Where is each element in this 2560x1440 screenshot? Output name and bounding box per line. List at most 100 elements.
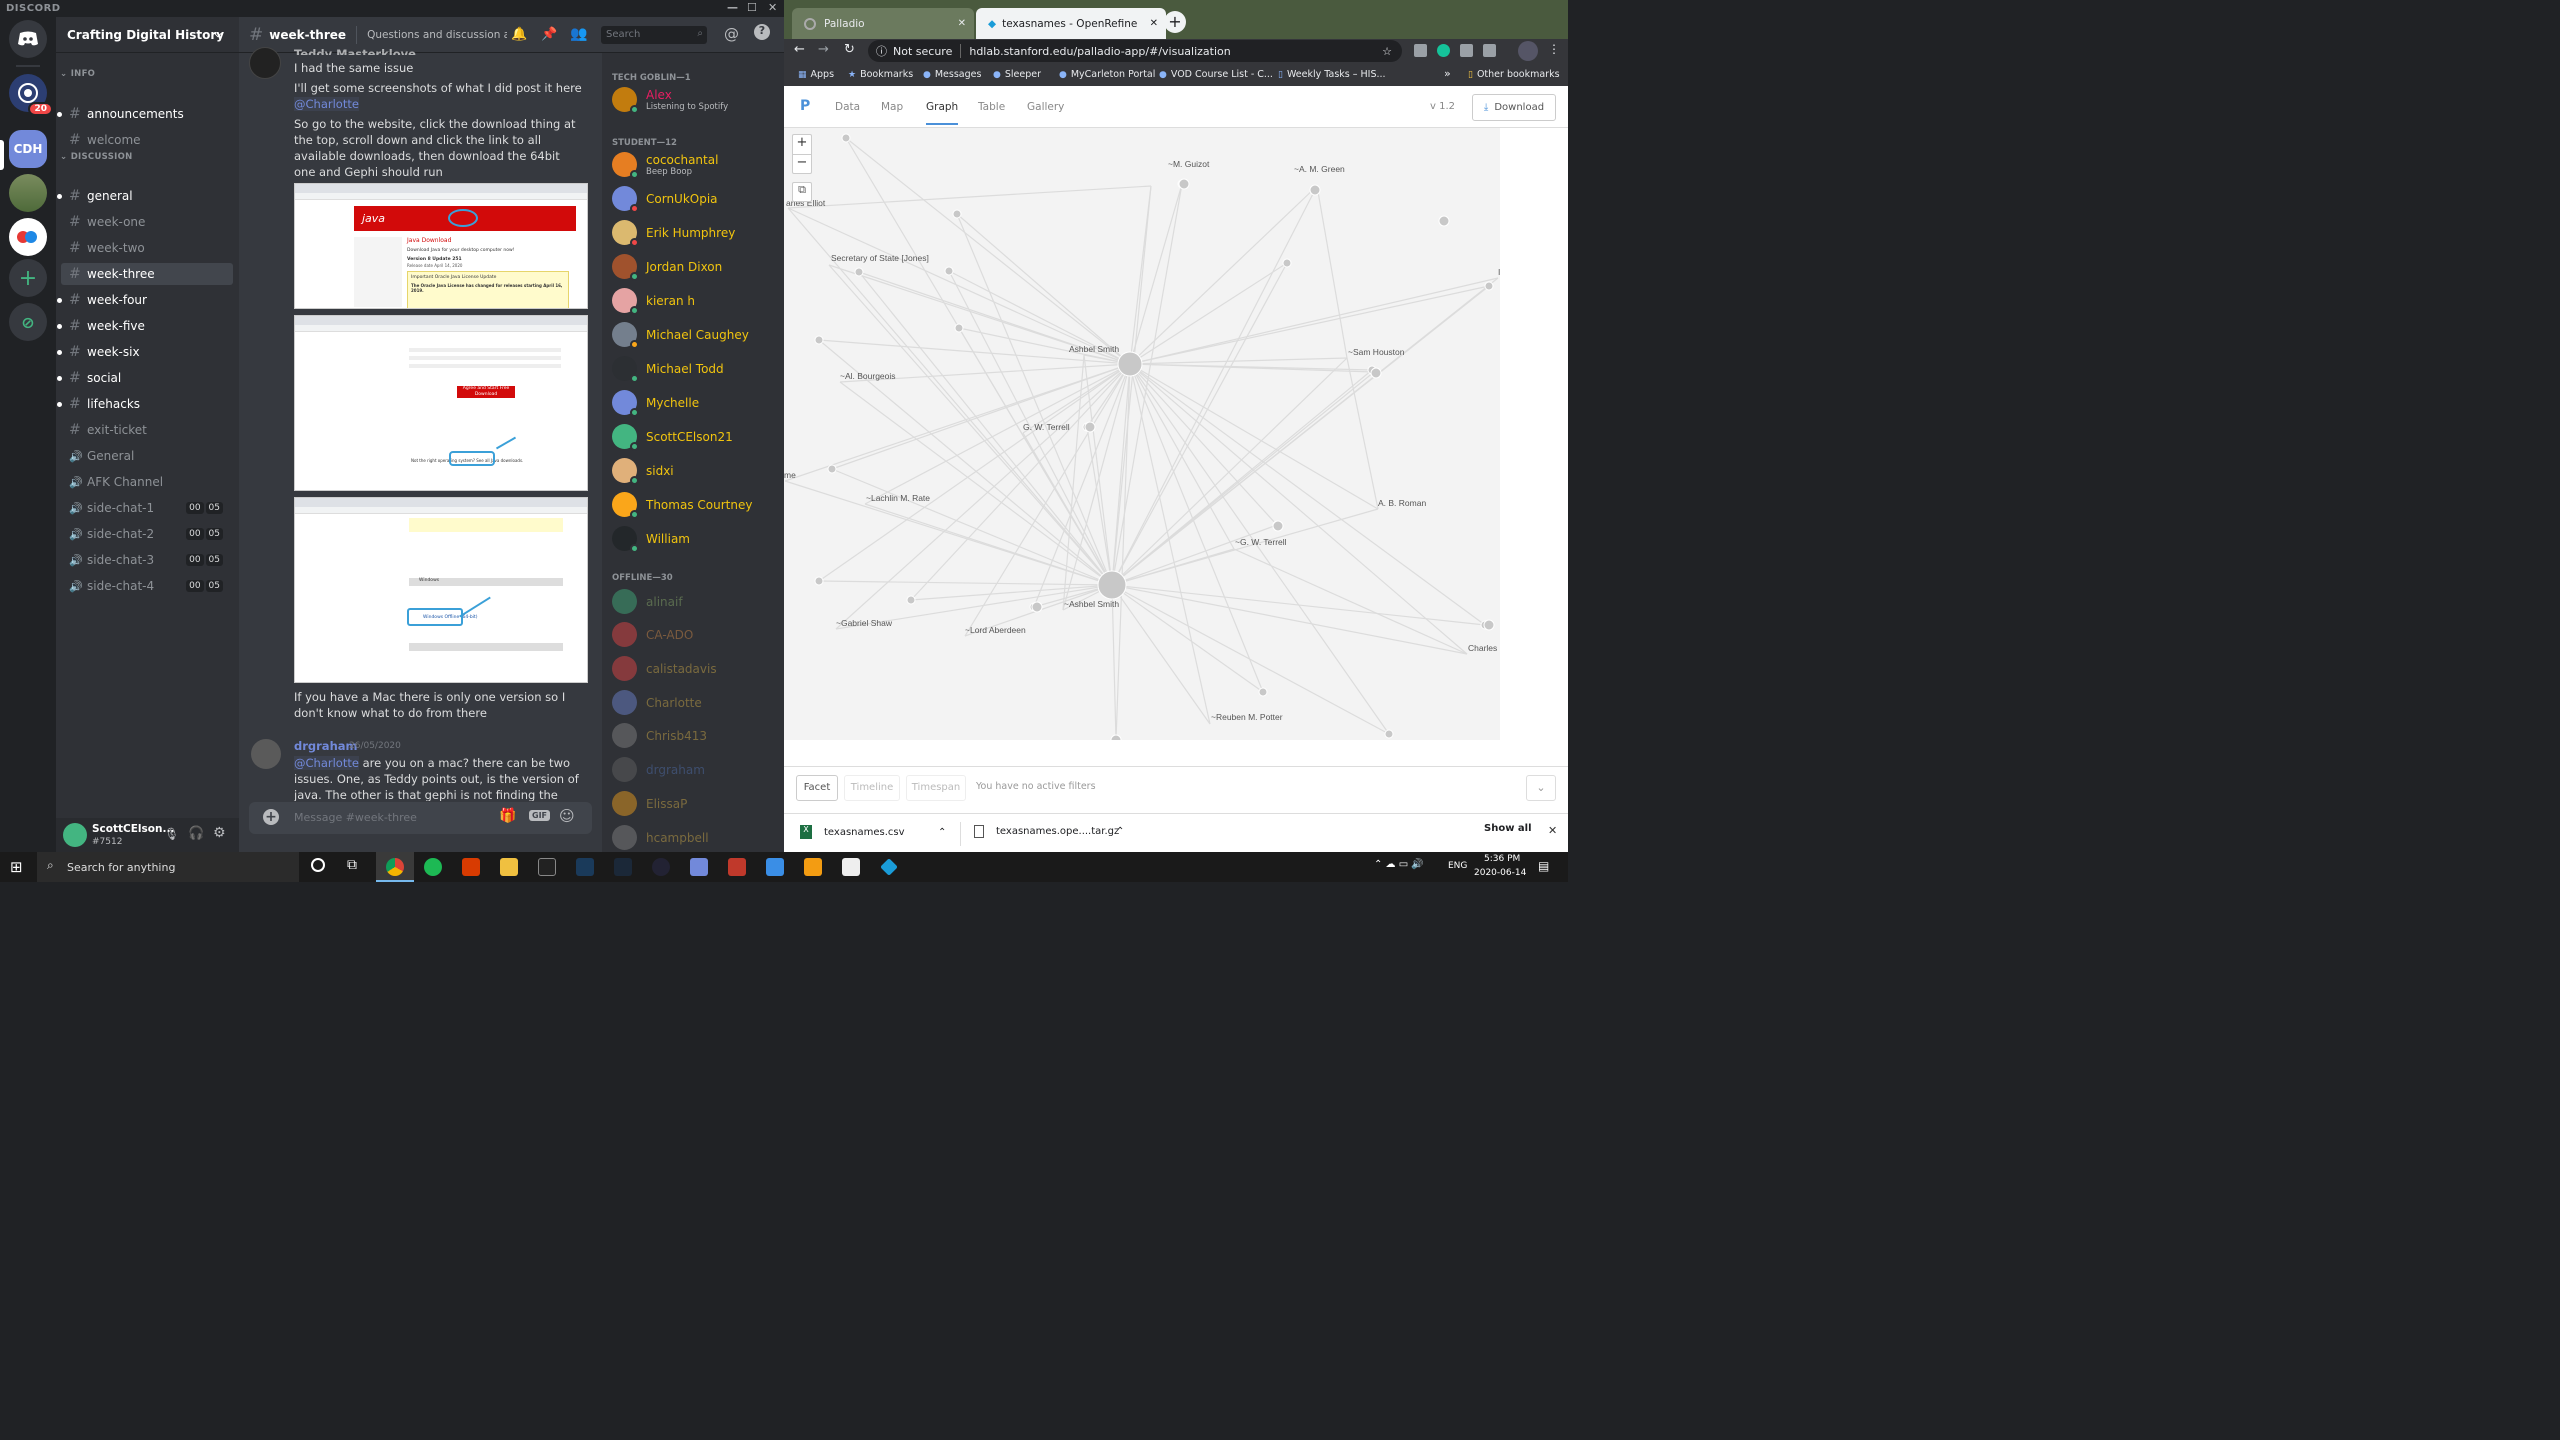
taskbar-search[interactable]: ⌕ Search for anything <box>37 852 299 882</box>
graph-node[interactable] <box>1178 178 1190 190</box>
tab-gallery[interactable]: Gallery <box>1027 101 1064 113</box>
server-header[interactable]: Crafting Digital History ⌵ <box>56 17 239 53</box>
windows-start-icon[interactable]: ⊞ <box>10 858 23 876</box>
bookmark-item[interactable]: ● MyCarleton Portal <box>1059 69 1155 80</box>
category-discussion[interactable]: ⌄ DISCUSSION <box>60 152 133 162</box>
channel-item-week-six[interactable]: # week-six <box>57 341 233 363</box>
close-icon[interactable]: ✕ <box>768 1 778 14</box>
graph-node[interactable] <box>814 335 824 345</box>
member-item[interactable]: hcampbell <box>612 825 709 850</box>
add-attachment-icon[interactable]: + <box>263 809 279 825</box>
close-icon[interactable]: ✕ <box>1548 824 1557 837</box>
graph-node[interactable] <box>1483 619 1495 631</box>
bookmark-item[interactable]: ★ Bookmarks <box>848 69 913 80</box>
channel-topic[interactable]: Questions and discussion abo... <box>367 29 507 41</box>
member-item[interactable]: Erik Humphrey <box>612 220 735 247</box>
channel-item-side-chat-1[interactable]: 🔊 side-chat-1 00 05 <box>61 497 233 519</box>
attachment-image-2[interactable]: Agree and Start Free Download Not the ri… <box>294 315 588 491</box>
graph-node[interactable] <box>827 464 837 474</box>
server-icon-1[interactable]: 20 <box>9 74 53 116</box>
attachment-image-1[interactable]: java Java Download Download Java for you… <box>294 183 588 309</box>
member-item[interactable]: Alex Listening to Spotify <box>612 87 728 114</box>
chevron-down-icon[interactable]: ⌄ <box>1526 775 1556 801</box>
member-item[interactable]: ScottCElson21 <box>612 424 733 451</box>
attachment-image-3[interactable]: Windows Windows Offline (64-bit) <box>294 497 588 683</box>
graph-node[interactable] <box>854 267 864 277</box>
search-input[interactable]: Search ⌕ <box>601 26 707 44</box>
grammarly-icon[interactable] <box>1437 44 1450 57</box>
channel-item-lifehacks[interactable]: # lifehacks <box>57 393 233 415</box>
graph-node-label[interactable]: G. W. Terrell <box>1023 422 1070 432</box>
channel-item-week-one[interactable]: # week-one <box>61 211 233 233</box>
menu-icon[interactable]: ⋮ <box>1548 42 1560 56</box>
category-info[interactable]: ⌄ INFO <box>60 69 95 79</box>
member-item[interactable]: alinaif <box>612 589 683 614</box>
graph-node[interactable] <box>954 323 964 333</box>
tray-icons[interactable]: ⌃ ☁ ▭ 🔊 <box>1374 859 1424 870</box>
channel-item-week-three[interactable]: # week-three <box>61 263 233 285</box>
openrefine-icon[interactable] <box>880 858 898 876</box>
chevron-up-icon[interactable]: ⌃ <box>938 827 946 838</box>
timespan-button[interactable]: Timespan <box>906 775 966 801</box>
channel-item-welcome[interactable]: # welcome <box>61 129 233 151</box>
member-item[interactable]: cocochantal Beep Boop <box>612 152 718 179</box>
zoom-in-button[interactable]: + <box>793 135 811 155</box>
channel-item-week-four[interactable]: # week-four <box>57 289 233 311</box>
download-item[interactable]: texasnames.ope....tar.gz ⌃ <box>974 825 1124 838</box>
channel-item-week-two[interactable]: # week-two <box>61 237 233 259</box>
minimize-icon[interactable]: — <box>727 1 739 14</box>
mention-charlotte[interactable]: @Charlotte <box>294 97 359 111</box>
mention-charlotte[interactable]: @Charlotte <box>294 756 359 770</box>
tab-openrefine[interactable]: ◆ texasnames - OpenRefine ✕ <box>976 8 1166 39</box>
tab-graph[interactable]: Graph <box>926 101 959 125</box>
gift-icon[interactable]: 🎁 <box>499 808 516 824</box>
gear-icon[interactable]: ⚙ <box>213 825 226 841</box>
fit-icon[interactable]: ⧉ <box>792 182 812 202</box>
channel-item-general[interactable]: # general <box>57 185 233 207</box>
server-icon-logo[interactable] <box>9 218 47 256</box>
graph-node[interactable] <box>814 576 824 586</box>
member-item[interactable]: Mychelle <box>612 390 699 417</box>
close-icon[interactable]: ✕ <box>1150 18 1158 29</box>
bookmark-item[interactable]: ▦ Apps <box>798 69 834 80</box>
bookmark-item[interactable]: ▯ Other bookmarks <box>1468 69 1560 80</box>
clock-date[interactable]: 2020-06-14 <box>1474 868 1526 878</box>
graph-node-label[interactable]: me <box>784 470 796 480</box>
graph-node-label[interactable]: Ashbel Smith <box>1069 344 1119 354</box>
graph-node-label[interactable]: ~Lord Aberdeen <box>965 625 1026 635</box>
new-tab-button[interactable]: + <box>1164 11 1186 33</box>
graph-node[interactable] <box>1384 729 1394 739</box>
language-indicator[interactable]: ENG <box>1448 861 1467 871</box>
forward-icon[interactable]: → <box>818 42 829 57</box>
graph-node-label[interactable]: A. B. Roman <box>1378 498 1426 508</box>
sublime-icon[interactable] <box>804 858 822 876</box>
explore-icon[interactable]: ⊘ <box>9 303 47 341</box>
graph-node[interactable] <box>1272 520 1284 532</box>
file-explorer-icon[interactable] <box>500 858 518 876</box>
member-item[interactable]: Chrisb413 <box>612 723 707 748</box>
channel-item-side-chat-2[interactable]: 🔊 side-chat-2 00 05 <box>61 523 233 545</box>
emoji-icon[interactable]: ☺ <box>559 807 575 825</box>
bookmark-item[interactable]: ▯ Weekly Tasks – HIS... <box>1278 69 1386 80</box>
chrome-taskbar-button[interactable] <box>376 852 414 882</box>
member-item[interactable]: Thomas Courtney <box>612 492 752 519</box>
pin-icon[interactable]: 📌 <box>541 27 557 42</box>
back-icon[interactable]: ← <box>794 42 805 57</box>
message-composer[interactable]: + Message #week-three 🎁 GIF ☺ <box>249 802 592 834</box>
graph-node[interactable] <box>1484 281 1494 291</box>
bookmark-item[interactable]: ● Sleeper <box>993 69 1041 80</box>
channel-item-week-five[interactable]: # week-five <box>57 315 233 337</box>
graph-node[interactable] <box>1309 184 1321 196</box>
member-item[interactable]: ElissaP <box>612 791 687 816</box>
reload-icon[interactable]: ↻ <box>844 42 855 57</box>
palladio-logo[interactable]: P <box>800 98 810 114</box>
graph-node[interactable] <box>1258 687 1268 697</box>
facet-button[interactable]: Facet <box>796 775 838 801</box>
epic-games-icon[interactable] <box>538 858 556 876</box>
spotify-icon[interactable] <box>424 858 442 876</box>
app-icon[interactable] <box>576 858 594 876</box>
profile-avatar[interactable] <box>1518 41 1538 61</box>
graph-node[interactable] <box>906 595 916 605</box>
member-item[interactable]: calistadavis <box>612 656 717 681</box>
more-bookmarks-icon[interactable]: » <box>1444 67 1451 80</box>
